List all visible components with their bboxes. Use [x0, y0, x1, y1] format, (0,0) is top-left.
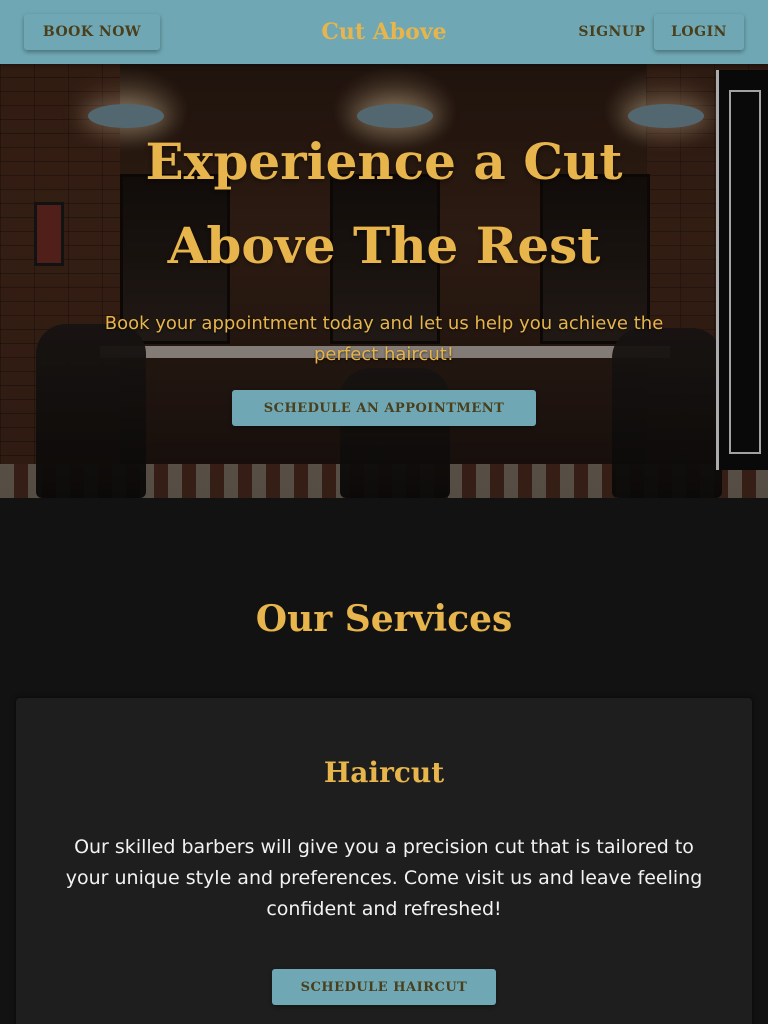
login-button[interactable]: LOGIN — [654, 14, 744, 50]
hero-heading-line-2: Above The Rest — [167, 216, 601, 275]
hero-heading: Experience a Cut Above The Rest — [64, 120, 704, 288]
hero-section: Experience a Cut Above The Rest Book you… — [0, 64, 768, 498]
hero-heading-line-1: Experience a Cut — [145, 132, 623, 191]
book-now-button[interactable]: BOOK NOW — [24, 14, 160, 50]
service-card-description: Our skilled barbers will give you a prec… — [65, 836, 703, 920]
hero-subtitle: Book your appointment today and let us h… — [104, 313, 664, 365]
signup-link[interactable]: SIGNUP — [574, 14, 650, 50]
brand-logo-text[interactable]: Cut Above — [284, 14, 484, 50]
schedule-haircut-button[interactable]: SCHEDULE HAIRCUT — [272, 969, 496, 1005]
schedule-appointment-button[interactable]: SCHEDULE AN APPOINTMENT — [232, 390, 536, 426]
service-card-title: Haircut — [323, 756, 445, 789]
services-heading: Our Services — [255, 598, 513, 640]
top-nav-bar: BOOK NOW Cut Above SIGNUP LOGIN — [0, 0, 768, 64]
